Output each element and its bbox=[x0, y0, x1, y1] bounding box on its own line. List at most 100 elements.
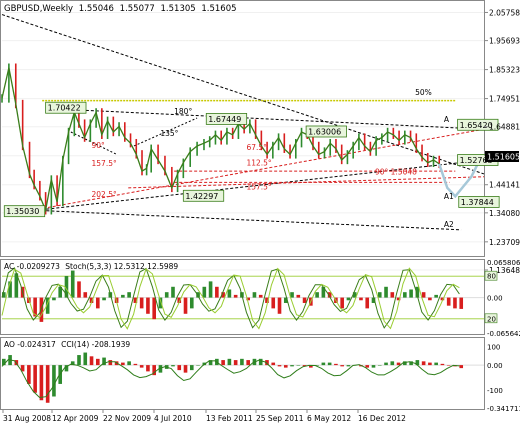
ao-bar bbox=[271, 362, 276, 366]
price-tick-label: 1.85323 bbox=[489, 66, 520, 75]
ao-bar bbox=[146, 365, 150, 372]
price-label-box: 1.70422 bbox=[45, 101, 87, 114]
ac-bar bbox=[390, 292, 395, 298]
ao-bar bbox=[89, 356, 94, 366]
chart-canvas: 1.704221.674491.630061.654201.527631.378… bbox=[0, 0, 520, 423]
ao-bar bbox=[365, 365, 370, 368]
price-annotation: 67.5° bbox=[246, 143, 267, 152]
ao-bar bbox=[108, 360, 113, 366]
ac-tick-label: 0.065806 bbox=[487, 259, 520, 267]
ao-bar bbox=[127, 361, 131, 366]
ao-bar bbox=[377, 365, 382, 366]
ao-bar bbox=[77, 355, 81, 366]
ac-bar bbox=[208, 281, 213, 298]
ac-bar bbox=[428, 297, 432, 301]
ac-bar bbox=[340, 297, 344, 309]
ac-bar bbox=[359, 297, 363, 301]
price-label-text: 1.65420 bbox=[460, 121, 493, 130]
ao-bar bbox=[189, 365, 194, 371]
price-label-text: 1.37844 bbox=[461, 198, 494, 207]
ao-tick-label: -100 bbox=[487, 387, 503, 395]
price-annotation: 90° bbox=[92, 141, 106, 150]
price-annotation: 157.5° bbox=[92, 159, 117, 168]
ac-bar bbox=[152, 297, 156, 320]
stoch-level-label: 80 bbox=[487, 273, 496, 281]
ac-bar bbox=[171, 286, 175, 298]
price-tick-label: 1.44141 bbox=[489, 181, 520, 190]
ac-bar bbox=[271, 297, 276, 309]
ac-bar bbox=[365, 297, 370, 309]
ac-bar bbox=[70, 270, 75, 298]
price-annotation: 135° bbox=[160, 129, 178, 138]
ao-bar bbox=[227, 358, 232, 366]
ao-bar bbox=[121, 362, 125, 366]
price-label-text: 1.67449 bbox=[208, 115, 241, 124]
ac-bar bbox=[102, 297, 106, 301]
price-label-box: 1.35030 bbox=[3, 205, 46, 218]
x-tick-label: 16 Dec 2012 bbox=[358, 414, 406, 423]
price-tick-label: 1.23709 bbox=[489, 238, 520, 247]
ac-bar bbox=[215, 286, 219, 298]
ac-bar bbox=[77, 281, 81, 298]
ac-bar bbox=[189, 297, 194, 309]
ao-bar bbox=[183, 365, 188, 373]
ao-bar bbox=[177, 365, 182, 371]
ao-bar bbox=[440, 363, 445, 366]
ac-bar bbox=[139, 297, 144, 309]
ac-bar bbox=[83, 292, 88, 298]
ac-bar bbox=[296, 294, 301, 298]
price-label-box: 1.67449 bbox=[205, 113, 248, 125]
ao-bar bbox=[334, 363, 338, 366]
price-label-text: 1.70422 bbox=[48, 104, 81, 113]
ao-bar bbox=[27, 365, 31, 384]
ac-bar bbox=[453, 297, 457, 309]
ao-bar bbox=[434, 362, 438, 366]
ao-bar bbox=[321, 362, 326, 366]
ac-bar bbox=[127, 292, 131, 298]
ac-bar bbox=[95, 297, 100, 309]
price-annotation: 180° bbox=[174, 107, 192, 116]
ac-bar bbox=[421, 292, 426, 298]
ac-bar bbox=[434, 294, 438, 298]
ac-bar bbox=[202, 286, 207, 298]
ao-bar bbox=[421, 361, 426, 366]
ao-bar bbox=[371, 365, 376, 368]
price-label-text: 1.42297 bbox=[185, 192, 218, 201]
ao-tick-label: 0.00 bbox=[487, 362, 503, 370]
x-tick-label: 25 Sep 2011 bbox=[256, 414, 304, 423]
price-annotation: A2 bbox=[444, 220, 454, 229]
ao-bar bbox=[258, 358, 263, 366]
ac-bar bbox=[384, 286, 388, 298]
ac-bar bbox=[403, 292, 407, 298]
price-annotation: 202.5° bbox=[92, 190, 117, 199]
price-tick-label: 2.05758 bbox=[489, 8, 520, 17]
ac-bar bbox=[252, 292, 257, 298]
price-annotation: 50% bbox=[415, 88, 432, 97]
price-label-text: 1.63006 bbox=[308, 127, 341, 136]
price-label-box: 1.37844 bbox=[458, 196, 500, 208]
ac-bar bbox=[227, 289, 232, 298]
ac-bar bbox=[409, 289, 413, 298]
price-label-box: 1.63006 bbox=[305, 125, 347, 138]
x-tick-label: 22 Nov 2009 bbox=[103, 414, 151, 423]
x-tick-label: 6 May 2012 bbox=[307, 414, 351, 423]
ao-bar bbox=[384, 362, 388, 366]
price-annotation: 157.5° bbox=[246, 182, 271, 191]
ac-bar bbox=[346, 297, 351, 301]
ao-bar bbox=[240, 358, 244, 366]
ao-bar bbox=[296, 365, 301, 366]
x-axis: 31 Aug 2008 12 Apr 2009 22 Nov 2009 4 Jul 2… bbox=[2, 409, 406, 423]
ac-bar bbox=[277, 297, 282, 314]
x-tick-label: 31 Aug 2008 bbox=[3, 414, 51, 423]
price-tick-label: 1.74951 bbox=[489, 95, 520, 104]
ac-bar bbox=[233, 294, 238, 298]
ao-bar bbox=[52, 365, 56, 397]
ao-bar bbox=[340, 365, 344, 367]
ac-bar bbox=[52, 297, 56, 301]
price-annotation: A bbox=[444, 115, 450, 124]
ac-label: AC -0.0209273 Stoch(5,3,3) 12.5312 12.59… bbox=[4, 262, 178, 271]
ao-bar bbox=[459, 365, 464, 369]
ac-bar bbox=[302, 297, 307, 303]
price-annotation: A1 bbox=[444, 192, 454, 201]
ao-bar bbox=[346, 365, 351, 367]
